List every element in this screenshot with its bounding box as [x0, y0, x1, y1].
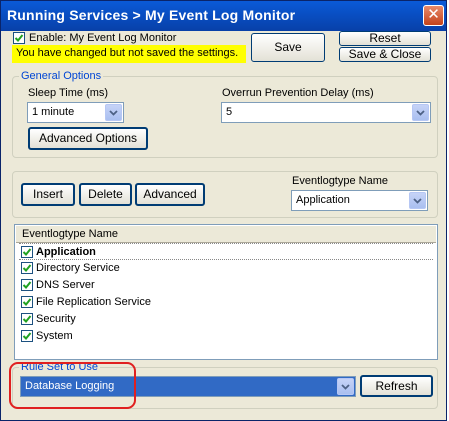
sleep-time-label: Sleep Time (ms): [28, 87, 109, 99]
chevron-down-icon[interactable]: [409, 192, 426, 209]
eventlogtype-value: Application: [296, 194, 350, 206]
list-item-checkbox[interactable]: [21, 330, 33, 342]
list-item-checkbox[interactable]: [21, 262, 33, 274]
chevron-down-icon[interactable]: [337, 378, 354, 395]
reset-button[interactable]: Reset: [339, 31, 431, 46]
list-item[interactable]: System: [19, 328, 433, 345]
list-item[interactable]: Security: [19, 311, 433, 328]
eventlogtype-list[interactable]: Eventlogtype Name Application Directory …: [14, 224, 438, 360]
insert-button[interactable]: Insert: [21, 183, 75, 206]
sleep-time-select[interactable]: 1 minute: [27, 102, 124, 123]
save-button[interactable]: Save: [251, 33, 325, 62]
list-item[interactable]: File Replication Service: [19, 294, 433, 311]
title-bar: Running Services > My Event Log Monitor …: [1, 1, 446, 31]
checkmark-icon: [22, 281, 32, 289]
list-item-checkbox[interactable]: [21, 246, 33, 258]
save-close-button[interactable]: Save & Close: [339, 47, 431, 62]
advanced-options-button[interactable]: Advanced Options: [28, 127, 148, 150]
window-title: Running Services > My Event Log Monitor: [7, 7, 296, 23]
checkmark-icon: [22, 264, 32, 272]
list-item-label: DNS Server: [36, 279, 95, 291]
checkmark-icon: [14, 34, 24, 42]
delete-button[interactable]: Delete: [79, 183, 132, 206]
sleep-time-value: 1 minute: [32, 106, 75, 118]
enable-label: Enable: My Event Log Monitor: [29, 32, 177, 44]
unsaved-changes-note: You have changed but not saved the setti…: [12, 45, 246, 63]
overrun-delay-value: 5: [226, 106, 233, 118]
list-item-checkbox[interactable]: [21, 296, 33, 308]
checkmark-icon: [22, 315, 32, 323]
eventlogtype-select[interactable]: Application: [291, 190, 428, 211]
list-item[interactable]: DNS Server: [19, 277, 433, 294]
list-item[interactable]: Directory Service: [19, 260, 433, 277]
list-column-header[interactable]: Eventlogtype Name: [16, 226, 436, 243]
list-item-label: Security: [36, 313, 76, 325]
advanced-button[interactable]: Advanced: [135, 183, 205, 206]
general-options-legend: General Options: [19, 70, 104, 82]
refresh-button[interactable]: Refresh: [360, 375, 433, 397]
enable-checkbox[interactable]: [13, 32, 25, 44]
overrun-delay-select[interactable]: 5: [221, 102, 431, 123]
eventlogtype-label: Eventlogtype Name: [292, 175, 388, 187]
annotation-highlight: [9, 362, 136, 409]
list-item-label: File Replication Service: [36, 296, 151, 308]
list-item-label: Application: [36, 246, 96, 258]
list-item-checkbox[interactable]: [21, 313, 33, 325]
overrun-delay-label: Overrun Prevention Delay (ms): [222, 87, 374, 99]
chevron-down-icon[interactable]: [105, 104, 122, 121]
chevron-down-icon[interactable]: [412, 104, 429, 121]
app-window: Running Services > My Event Log Monitor …: [0, 0, 447, 421]
list-item-checkbox[interactable]: [21, 279, 33, 291]
list-item[interactable]: Application: [19, 243, 433, 260]
close-icon[interactable]: ✕: [423, 5, 444, 26]
checkmark-icon: [22, 332, 32, 340]
checkmark-icon: [22, 298, 32, 306]
list-item-label: System: [36, 330, 73, 342]
checkmark-icon: [22, 248, 32, 256]
list-item-label: Directory Service: [36, 262, 120, 274]
